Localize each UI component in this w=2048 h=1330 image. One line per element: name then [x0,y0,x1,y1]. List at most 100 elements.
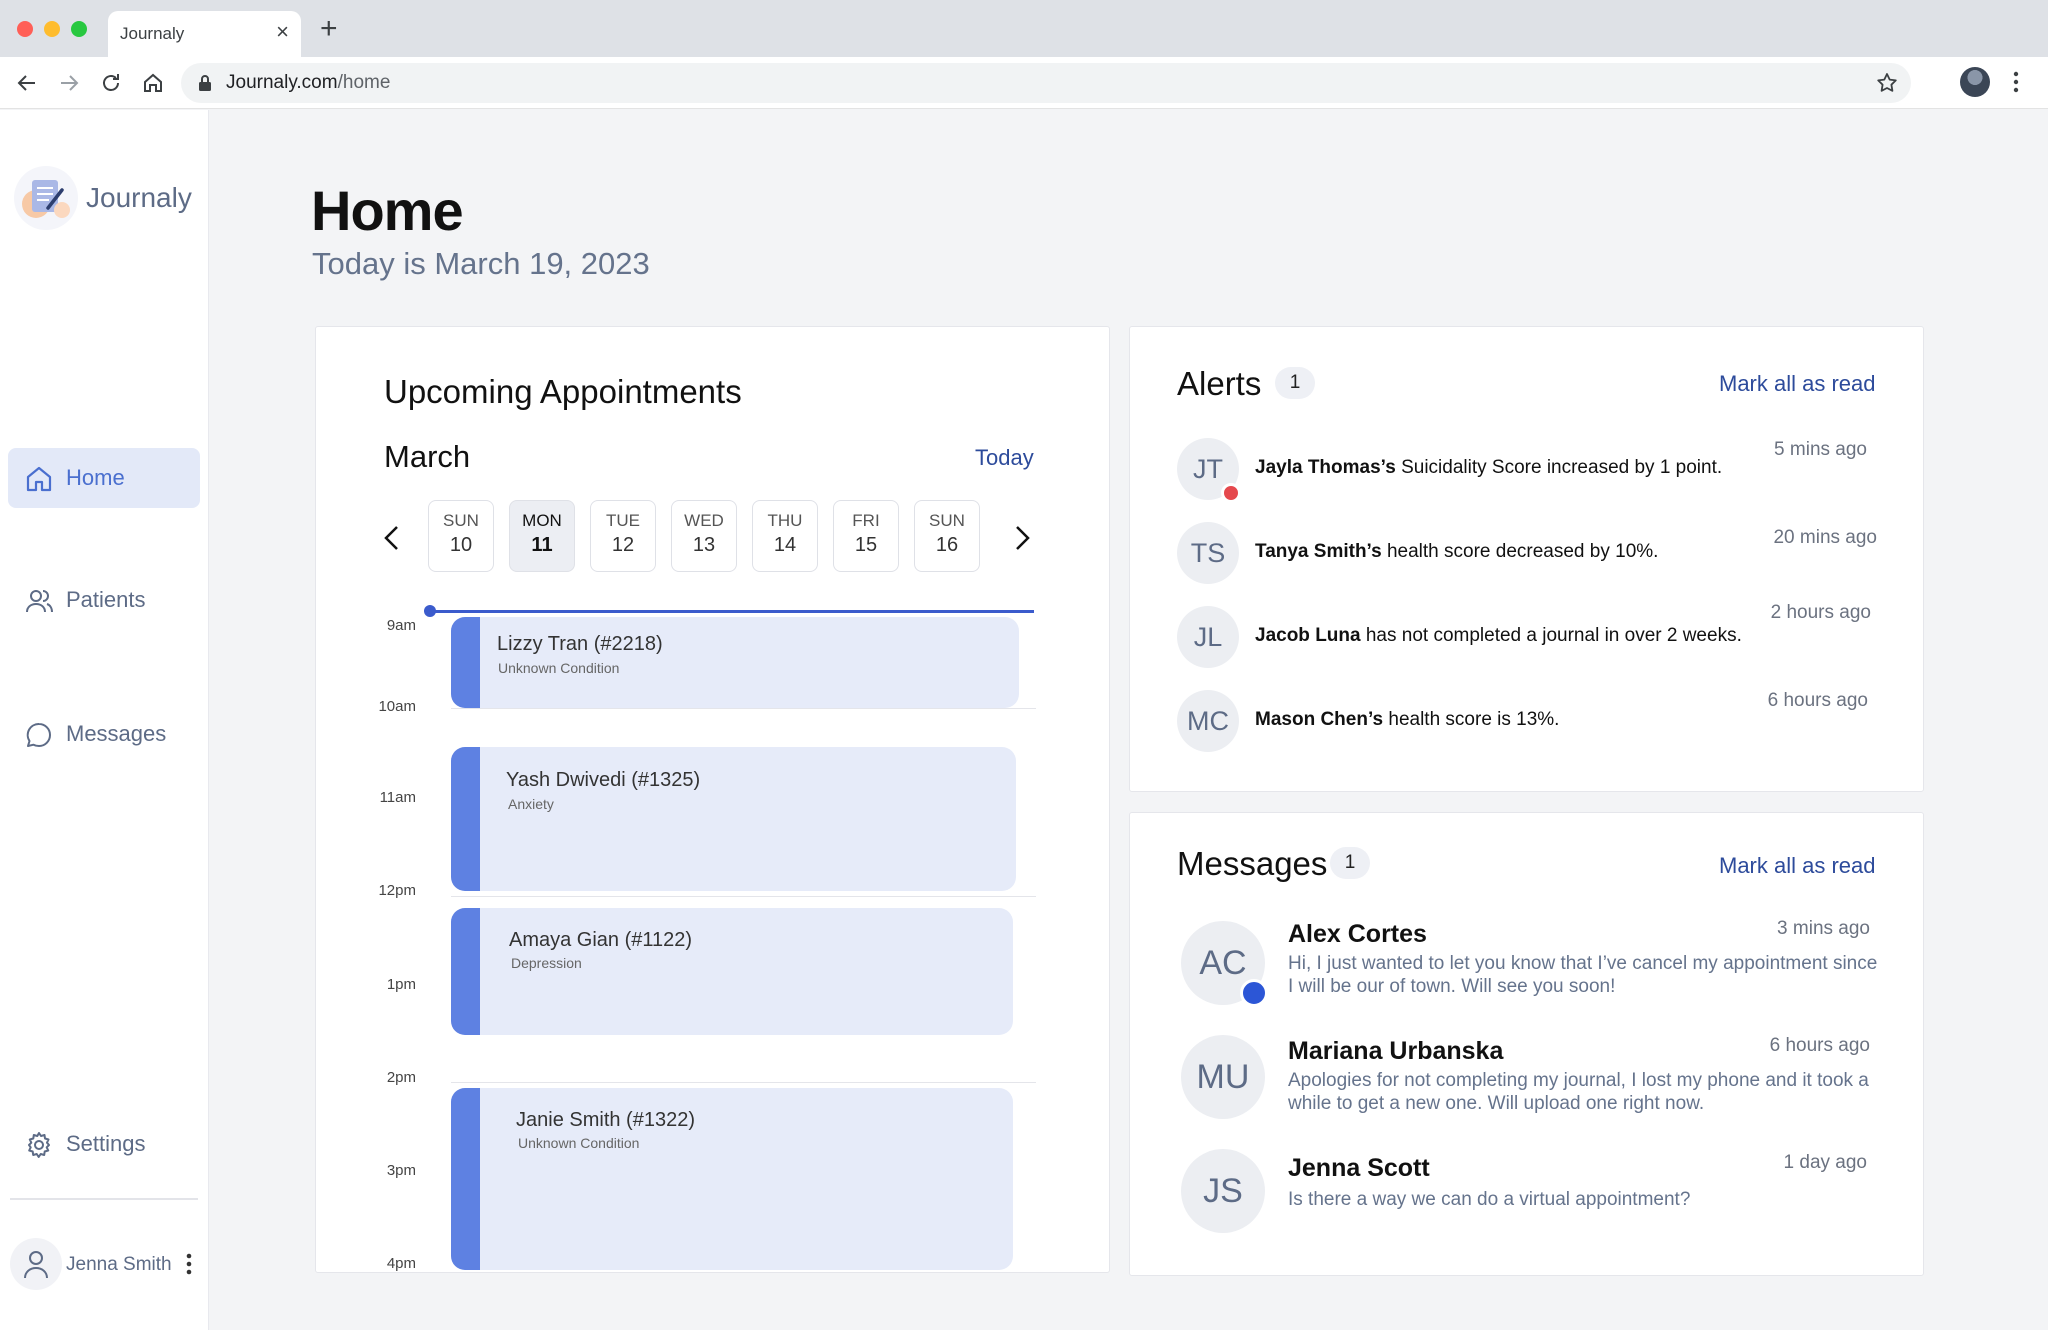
alert-text: Tanya Smith’s health score decreased by … [1255,541,1658,563]
day-wed-13[interactable]: WED 13 [671,500,737,572]
sidebar-item-patients[interactable]: Patients [8,570,200,630]
bookmark-star-icon[interactable] [1875,71,1899,95]
message-time: 3 mins ago [1777,918,1870,939]
more-vertical-icon[interactable] [186,1252,192,1276]
sidebar-divider [10,1198,198,1200]
alert-patient-name: Jacob Luna [1255,625,1361,646]
sidebar-item-label: Home [66,465,125,490]
day-sun-10[interactable]: SUN 10 [428,500,494,572]
day-sun-16[interactable]: SUN 16 [914,500,980,572]
browser-tab-bar: Journaly × + [0,0,2048,57]
url-text: Journaly.com/home [226,72,390,94]
browser-menu-icon[interactable] [2012,70,2020,94]
avatar: JS [1181,1149,1265,1233]
message-preview: Hi, I just wanted to let you know that I… [1288,953,1878,997]
day-name: TUE [606,511,640,530]
alert-status-dot [1221,483,1241,503]
day-number: 12 [611,534,635,556]
day-number: 13 [692,534,716,556]
message-sender: Mariana Urbanska [1288,1037,1504,1065]
day-name: SUN [929,511,965,530]
alert-time: 2 hours ago [1770,602,1871,623]
browser-profile-avatar[interactable] [1960,67,1990,97]
new-tab-icon[interactable]: + [320,14,338,44]
url-path: /home [337,72,391,93]
sidebar-item-home[interactable]: Home [8,448,200,508]
address-bar[interactable]: Journaly.com/home [181,63,1911,103]
hour-label: 12pm [378,882,416,899]
hour-gridline [451,896,1036,897]
appointment-color-bar [451,747,480,891]
today-link[interactable]: Today [975,445,1034,471]
reload-icon[interactable] [99,71,123,95]
forward-arrow-icon[interactable] [57,71,81,95]
window-close-dot[interactable] [17,21,33,37]
alert-time: 5 mins ago [1774,439,1867,460]
day-number: 11 [531,534,553,556]
user-name: Jenna Smith [66,1254,172,1275]
sidebar-item-label: Messages [66,721,167,746]
message-preview: Apologies for not completing my journal,… [1288,1070,1869,1114]
message-time: 6 hours ago [1769,1035,1870,1056]
window-minimize-dot[interactable] [44,21,60,37]
alerts-card: Alerts 1 Mark all as read JT Jayla Thoma… [1129,326,1924,792]
day-name: SUN [443,511,479,530]
appointment-condition: Unknown Condition [498,660,620,676]
avatar: TS [1177,522,1239,584]
appointment-color-bar [451,1088,480,1270]
day-fri-15[interactable]: FRI 15 [833,500,899,572]
day-number: 15 [854,534,878,556]
hour-gridline [451,1082,1036,1083]
alert-text: Mason Chen’s health score is 13%. [1255,709,1559,731]
avatar: MU [1181,1035,1265,1119]
appointment-block[interactable]: Janie Smith (#1322) Unknown Condition [451,1088,1013,1270]
message-sender: Jenna Scott [1288,1154,1430,1182]
page-title: Home [311,179,464,242]
day-name: THU [767,511,803,530]
sidebar-item-label: Settings [66,1131,146,1156]
browser-toolbar: Journaly.com/home [0,57,2048,109]
day-tue-12[interactable]: TUE 12 [590,500,656,572]
journal-logo-icon [22,180,70,218]
lock-icon [199,75,211,91]
day-number: 16 [935,534,959,556]
alert-patient-name: Jayla Thomas’s [1255,457,1396,478]
appointment-block[interactable]: Amaya Gian (#1122) Depression [451,908,1013,1035]
message-preview: Is there a way we can do a virtual appoi… [1288,1189,1691,1210]
day-thu-14[interactable]: THU 14 [752,500,818,572]
appointment-block[interactable]: Yash Dwivedi (#1325) Anxiety [451,747,1016,891]
alerts-count-badge: 1 [1275,367,1315,399]
next-week-arrow-icon[interactable] [1011,523,1033,553]
appointments-heading: Upcoming Appointments [384,373,742,410]
sidebar-item-label: Patients [66,587,146,612]
alert-message: Suicidality Score increased by 1 point. [1395,457,1723,478]
home-browser-icon[interactable] [141,71,165,95]
sidebar-item-settings[interactable]: Settings [8,1114,200,1174]
appointment-block[interactable]: Lizzy Tran (#2218) Unknown Condition [451,617,1019,708]
current-user[interactable]: Jenna Smith [10,1238,200,1290]
brand-name: Journaly [86,182,192,213]
unread-dot [1240,979,1268,1007]
messages-count-badge: 1 [1330,847,1370,879]
tab-title: Journaly [120,24,185,43]
sidebar-item-messages[interactable]: Messages [8,704,200,764]
messages-mark-all-read-link[interactable]: Mark all as read [1719,853,1876,879]
prev-week-arrow-icon[interactable] [381,523,403,553]
day-mon-11[interactable]: MON 11 [509,500,575,572]
appointment-condition: Depression [511,955,582,971]
hour-label: 11am [379,789,416,806]
day-number: 10 [449,534,473,556]
alert-patient-name: Tanya Smith’s [1255,541,1382,562]
current-time-line [431,610,1034,613]
home-icon [26,466,52,492]
hour-gridline [451,708,1036,709]
back-arrow-icon[interactable] [15,71,39,95]
alerts-mark-all-read-link[interactable]: Mark all as read [1719,371,1876,397]
browser-tab[interactable]: Journaly × [108,11,301,57]
alert-patient-name: Mason Chen’s [1255,709,1384,730]
tab-close-icon[interactable]: × [276,20,289,44]
users-icon [26,590,53,613]
user-icon [24,1251,48,1279]
window-maximize-dot[interactable] [71,21,87,37]
hour-label: 10am [378,698,416,715]
